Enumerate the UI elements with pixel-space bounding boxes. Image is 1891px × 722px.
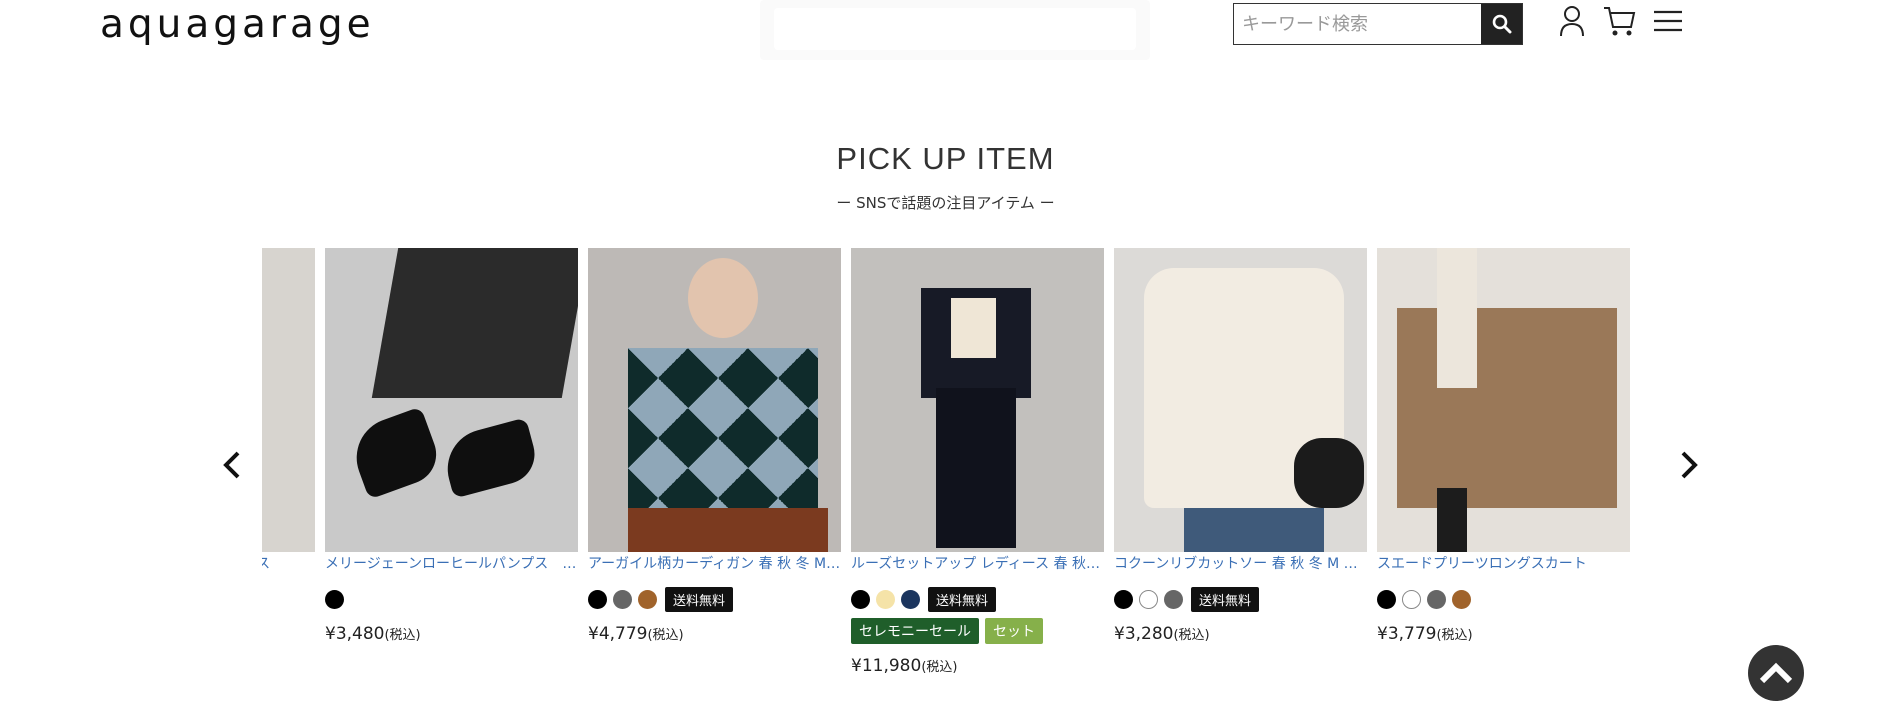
search-icon	[1492, 14, 1511, 34]
product-image[interactable]	[262, 248, 315, 552]
color-swatch[interactable]	[851, 589, 870, 609]
price-value: ¥3,779	[1377, 624, 1437, 644]
color-swatches: 送料無料	[851, 586, 1104, 612]
tax-label: (税込)	[1436, 628, 1473, 643]
product-price: ¥3,280(税込)	[1114, 624, 1367, 644]
cart-button[interactable]	[1602, 4, 1636, 38]
product-price: ¥5,980(税込)	[262, 624, 315, 644]
product-image[interactable]	[1377, 248, 1630, 552]
product-price: ¥11,980(税込)	[851, 656, 1104, 676]
color-swatch[interactable]	[588, 589, 607, 609]
product-image[interactable]	[851, 248, 1104, 552]
product-name-link[interactable]: ルーズセットアップ レディース 春 秋 長袖	[851, 554, 1104, 574]
color-swatch[interactable]	[325, 589, 344, 609]
color-swatch[interactable]	[1427, 589, 1446, 609]
color-swatches	[1377, 586, 1630, 612]
color-swatches	[325, 586, 578, 612]
section-subtitle: ー SNSで話題の注目アイテム ー	[836, 194, 1055, 212]
color-swatch[interactable]	[613, 589, 632, 609]
site-logo[interactable]: aquagarage	[100, 2, 375, 47]
faded-banner	[760, 0, 1150, 60]
carousel-prev-button[interactable]	[217, 448, 247, 482]
color-swatch[interactable]	[1377, 589, 1396, 609]
tax-label: (税込)	[1173, 628, 1210, 643]
carousel-next-button[interactable]	[1674, 448, 1704, 482]
color-swatches: 送料無料	[1114, 586, 1367, 612]
product-name-link[interactable]: コクーンリブカットソー 春 秋 冬 M レディース	[1114, 554, 1367, 574]
product-price: ¥3,779(税込)	[1377, 624, 1630, 644]
color-swatch[interactable]	[1139, 589, 1158, 609]
chevron-left-icon	[223, 451, 240, 479]
product-name-link[interactable]: スリーブプチハイリブワンピース	[262, 554, 315, 574]
menu-icon	[1654, 10, 1682, 32]
product-card[interactable]: ルーズセットアップ レディース 春 秋 長袖送料無料セレモニーセール セット ¥11…	[851, 248, 1104, 676]
cart-icon	[1604, 7, 1636, 36]
product-card[interactable]: メリージェーンローヒールパンプス レディース ¥3,480(税込)	[325, 248, 578, 676]
product-price: ¥3,480(税込)	[325, 624, 578, 644]
product-card[interactable]: アーガイル柄カーディガン 春 秋 冬 M レディース送料無料 ¥4,779(税込)	[588, 248, 841, 676]
chevron-right-icon	[1681, 451, 1698, 479]
account-button[interactable]	[1555, 4, 1589, 38]
search-button[interactable]	[1481, 4, 1522, 44]
product-price: ¥4,779(税込)	[588, 624, 841, 644]
color-swatches: 送料無料	[262, 586, 315, 612]
search-input[interactable]	[1234, 4, 1481, 44]
price-value: ¥4,779	[588, 624, 648, 644]
carousel-track: スリーブプチハイリブワンピース送料無料 ¥5,980(税込) メリージェーンローヒー…	[262, 248, 1640, 676]
back-to-top-button[interactable]	[1748, 645, 1804, 701]
tax-label: (税込)	[647, 628, 684, 643]
tax-label: (税込)	[921, 660, 958, 675]
product-name-link[interactable]: メリージェーンローヒールパンプス レディース	[325, 554, 578, 574]
free-shipping-badge: 送料無料	[1191, 586, 1260, 612]
product-name-link[interactable]: アーガイル柄カーディガン 春 秋 冬 M レディース	[588, 554, 841, 574]
color-swatches: 送料無料	[588, 586, 841, 612]
product-image[interactable]	[1114, 248, 1367, 552]
product-card[interactable]: スエードプリーツロングスカート ¥3,779(税込)	[1377, 248, 1630, 676]
color-swatch[interactable]	[1114, 589, 1133, 609]
product-carousel[interactable]: スリーブプチハイリブワンピース送料無料 ¥5,980(税込) メリージェーンローヒー…	[262, 248, 1649, 688]
product-image[interactable]	[588, 248, 841, 552]
product-card[interactable]: スリーブプチハイリブワンピース送料無料 ¥5,980(税込)	[262, 248, 315, 676]
product-card[interactable]: コクーンリブカットソー 春 秋 冬 M レディース送料無料 ¥3,280(税込)	[1114, 248, 1367, 676]
promo-tag: セット	[985, 618, 1043, 644]
color-swatch[interactable]	[1452, 589, 1471, 609]
menu-button[interactable]	[1651, 4, 1685, 38]
color-swatch[interactable]	[1402, 589, 1421, 609]
search-bar	[1233, 3, 1523, 45]
tag-row: セレモニーセール セット	[851, 618, 1104, 644]
tax-label: (税込)	[384, 628, 421, 643]
user-icon	[1560, 6, 1584, 37]
color-swatch[interactable]	[901, 589, 920, 609]
color-swatch[interactable]	[1164, 589, 1183, 609]
color-swatch[interactable]	[876, 589, 895, 609]
promo-tag: セレモニーセール	[851, 618, 979, 644]
free-shipping-badge: 送料無料	[928, 586, 997, 612]
price-value: ¥3,480	[325, 624, 385, 644]
product-image[interactable]	[325, 248, 578, 552]
section-title: PICK UP ITEM	[836, 141, 1055, 176]
price-value: ¥11,980	[851, 656, 922, 676]
free-shipping-badge: 送料無料	[665, 586, 734, 612]
chevron-up-icon	[1759, 662, 1793, 684]
price-value: ¥3,280	[1114, 624, 1174, 644]
color-swatch[interactable]	[638, 589, 657, 609]
product-name-link[interactable]: スエードプリーツロングスカート	[1377, 554, 1630, 574]
